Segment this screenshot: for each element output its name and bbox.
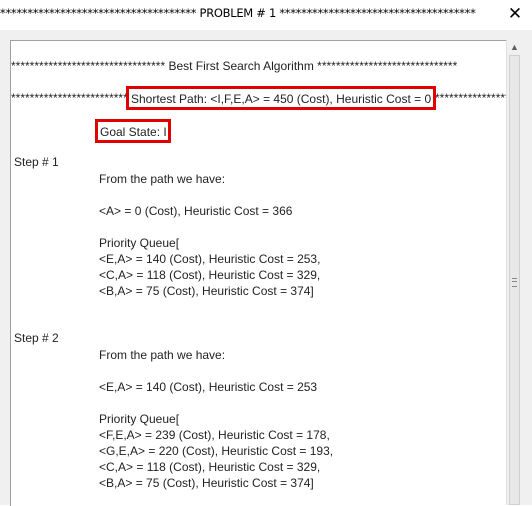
- queue-item: <G,E,A> = 220 (Cost), Heuristic Cost = 1…: [99, 444, 334, 458]
- queue-item: <E,A> = 140 (Cost), Heuristic Cost = 253…: [99, 252, 321, 266]
- step-current: <E,A> = 140 (Cost), Heuristic Cost = 253: [99, 380, 318, 394]
- grip-icon: [512, 278, 517, 287]
- output-text-area[interactable]: ********************************* Best F…: [10, 40, 507, 506]
- goal-state-label: Goal State: I: [100, 125, 167, 139]
- queue-item: <F,E,A> = 239 (Cost), Heuristic Cost = 1…: [99, 428, 330, 442]
- queue-item: <B,A> = 75 (Cost), Heuristic Cost = 374]: [99, 476, 314, 490]
- title-bar: ************************************ PRO…: [0, 0, 532, 30]
- scrollbar-thumb[interactable]: [509, 55, 520, 505]
- heading-line: ********************************* Best F…: [11, 59, 458, 73]
- queue-item: <C,A> = 118 (Cost), Heuristic Cost = 329…: [99, 268, 321, 282]
- step-intro: From the path we have:: [99, 172, 226, 186]
- step-intro: From the path we have:: [99, 348, 226, 362]
- scroll-up-icon[interactable]: ▲: [507, 40, 522, 55]
- queue-item: <B,A> = 75 (Cost), Heuristic Cost = 374]: [99, 284, 314, 298]
- stars-left: *************************: [11, 91, 128, 105]
- close-icon[interactable]: ✕: [504, 3, 526, 25]
- window-title: ************************************ PRO…: [0, 6, 476, 20]
- queue-title: Priority Queue[: [99, 412, 180, 426]
- step-current: <A> = 0 (Cost), Heuristic Cost = 366: [99, 204, 293, 218]
- shortest-path-label: Shortest Path: <I,F,E,A> = 450 (Cost), H…: [131, 92, 432, 106]
- queue-item: <C,A> = 118 (Cost), Heuristic Cost = 329…: [99, 460, 321, 474]
- goal-state-box: Goal State: I: [95, 119, 171, 143]
- stars-right: ****************: [435, 91, 507, 105]
- step-label: Step # 1: [14, 155, 59, 169]
- queue-title: Priority Queue[: [99, 236, 180, 250]
- vertical-scrollbar[interactable]: ▲: [506, 40, 522, 505]
- step-label: Step # 2: [14, 331, 59, 345]
- shortest-path-box: Shortest Path: <I,F,E,A> = 450 (Cost), H…: [126, 86, 436, 110]
